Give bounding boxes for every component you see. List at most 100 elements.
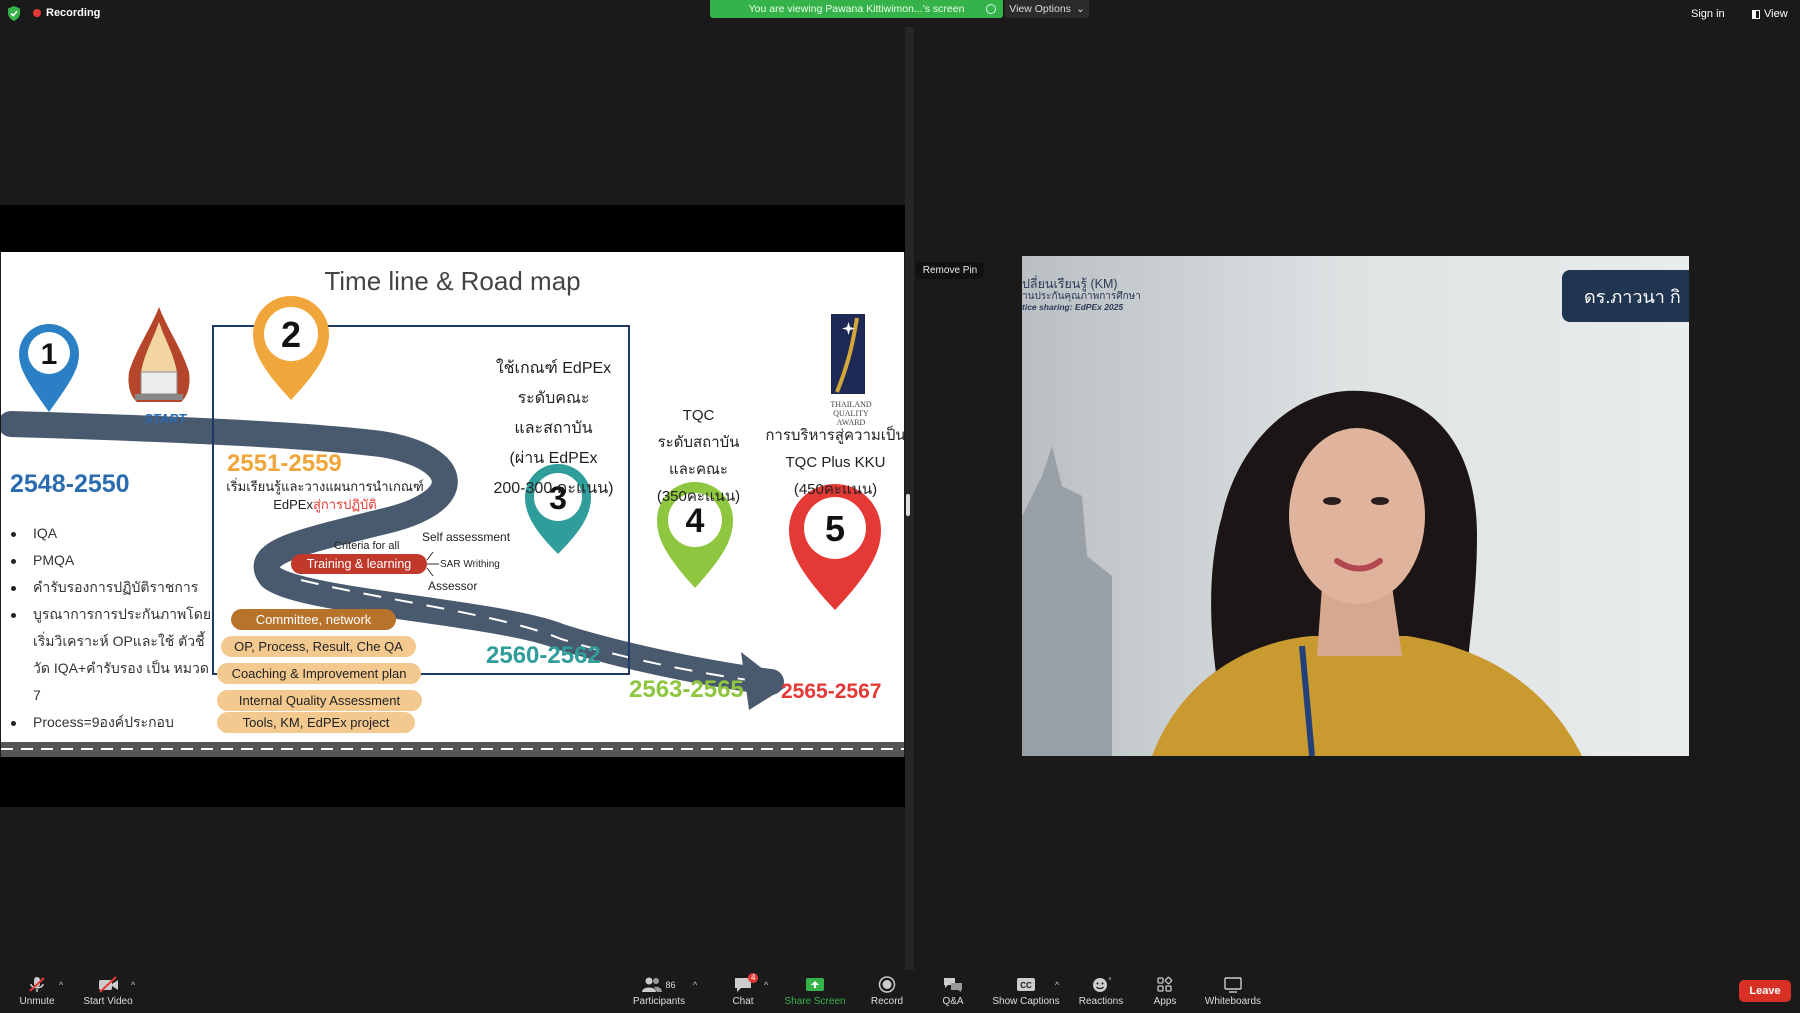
video-options-caret[interactable]: ^	[131, 980, 135, 990]
period4-line: และคณะ	[669, 461, 728, 478]
viewing-notice: You are viewing Pawana Kittiwimon...'s s…	[710, 0, 1003, 18]
recording-indicator[interactable]: Recording	[33, 7, 100, 19]
qa-label: Q&A	[942, 996, 964, 1007]
share-screen-button[interactable]: Share Screen	[783, 976, 847, 1007]
chat-label: Chat	[732, 996, 754, 1007]
pin-1-number: 1	[41, 338, 58, 371]
face	[1289, 428, 1425, 604]
slide-title: Time line & Road map	[324, 266, 581, 296]
km-banner-line3: tice sharing: EdPEx 2025	[1022, 302, 1124, 312]
period3-line: และสถาบัน	[514, 420, 593, 437]
view-button[interactable]: View	[1752, 8, 1788, 20]
bullet-item: บูรณาการการประกันภาพโดยเริ่มวิเคราะห์ OP…	[9, 601, 214, 709]
shield-icon	[8, 6, 20, 21]
qa-icon	[944, 978, 962, 992]
top-bar: Recording You are viewing Pawana Kittiwi…	[0, 0, 1800, 27]
period3-line: 200-300 คะแนน)	[493, 480, 614, 497]
bullet-item: Process=9องค์ประกอบ	[9, 709, 214, 736]
period2-description: เริ่มเรียนรู้และวางแผนการนำเกณฑ์ EdPExสู…	[225, 478, 425, 514]
period4-line: (350คะแนน)	[656, 488, 741, 505]
view-label: View	[1764, 8, 1788, 20]
chat-button[interactable]: 4 Chat	[728, 973, 759, 1007]
oval-coaching: Coaching & Improvement plan	[217, 663, 421, 684]
apps-button[interactable]: Apps	[1150, 976, 1180, 1007]
pin-2-number: 2	[281, 314, 301, 355]
svg-text:+: +	[1108, 976, 1111, 983]
bullet-item: PMQA	[9, 547, 214, 574]
pin-5-number: 5	[825, 508, 845, 549]
show-captions-button[interactable]: CC Show Captions	[991, 976, 1061, 1007]
period5-line: TQC Plus KKU	[785, 454, 886, 471]
participants-icon	[642, 977, 663, 992]
arrow-assessor	[426, 567, 434, 577]
resize-handle[interactable]	[906, 494, 910, 516]
oval-committee: Committee, network	[231, 609, 396, 630]
unmute-label: Unmute	[19, 996, 55, 1007]
captions-options-caret[interactable]: ^	[1055, 980, 1059, 990]
chevron-down-icon: ⌄	[1075, 3, 1085, 15]
period3-description: ใช้เกณฑ์ EdPEx ระดับคณะ และสถาบัน (ผ่าน …	[466, 354, 641, 504]
whiteboards-button[interactable]: Whiteboards	[1201, 976, 1265, 1007]
participants-icon-group: 86	[630, 976, 688, 993]
period5-line: (450คะแนน)	[793, 481, 878, 498]
share-screen-icon	[806, 978, 824, 991]
start-video-button[interactable]: Start Video	[82, 976, 134, 1007]
slide-letterbox-bottom	[0, 757, 905, 807]
tqa-line: THAILAND	[830, 400, 872, 409]
remove-pin-button[interactable]: Remove Pin	[916, 262, 984, 279]
reactions-label: Reactions	[1078, 996, 1124, 1007]
video-scene	[1022, 256, 1689, 756]
unmute-button[interactable]: Unmute	[18, 976, 56, 1007]
whiteboard-icon	[1224, 977, 1242, 993]
captions-icon: CC	[1017, 978, 1035, 991]
participants-count: 86	[665, 979, 676, 990]
quality-award-logo	[831, 314, 865, 394]
sar-label: SAR Writhing	[440, 559, 500, 570]
slide-letterbox-top	[0, 205, 905, 252]
oval-internal-qa: Internal Quality Assessment	[217, 690, 422, 711]
microphone-muted-icon	[29, 977, 45, 992]
tqa-line: QUALITY	[833, 409, 869, 418]
quality-award-text: THAILAND QUALITY AWARD	[821, 400, 881, 427]
sign-in-link[interactable]: Sign in	[1691, 8, 1725, 20]
video-off-icon	[99, 976, 118, 993]
participants-button[interactable]: 86 Participants	[630, 976, 688, 1007]
oval-op-process: OP, Process, Result, Che QA	[221, 636, 416, 657]
period4-years: 2563-2565	[629, 676, 744, 703]
view-options-button[interactable]: View Options ⌄	[1005, 0, 1089, 18]
record-icon	[878, 976, 896, 993]
meeting-toolbar: Unmute ^ Start Video ^ 86 Participants ^…	[0, 970, 1800, 1013]
self-assessment-label: Self assessment	[422, 530, 511, 544]
period5-years: 2565-2567	[781, 680, 882, 703]
leave-button[interactable]: Leave	[1739, 980, 1791, 1002]
qa-button[interactable]: Q&A	[938, 976, 968, 1007]
screen-status-icon	[986, 4, 996, 14]
view-layout-icon	[1752, 9, 1760, 19]
record-label: Record	[870, 996, 904, 1007]
period4-description: TQC ระดับสถาบัน และคณะ (350คะแนน)	[641, 402, 756, 510]
viewing-notice-text: You are viewing Pawana Kittiwimon...'s s…	[748, 3, 965, 15]
participant-video: ปลี่ยนเรียนรู้ (KM) านประกันคุณภาพการศึก…	[1022, 256, 1689, 756]
training-badge: Training & learning	[291, 554, 427, 574]
period1-bullet-list: IQA PMQA คำรับรองการปฏิบัติราชการ บูรณาก…	[9, 520, 214, 736]
record-button[interactable]: Record	[864, 976, 910, 1007]
period1-years: 2548-2550	[10, 470, 130, 498]
period2-description-b: สู่การปฏิบัติ	[312, 497, 377, 512]
apps-label: Apps	[1153, 996, 1177, 1007]
share-screen-label: Share Screen	[784, 996, 846, 1007]
chat-options-caret[interactable]: ^	[764, 980, 768, 990]
reactions-button[interactable]: + Reactions	[1077, 976, 1125, 1007]
presentation-slide: 1 2 3 4 5 Time line & Road map START 254…	[1, 252, 904, 757]
name-badge: ดร.ภาวนา กิ	[1562, 270, 1689, 322]
participants-options-caret[interactable]: ^	[693, 980, 697, 990]
assessor-label: Assessor	[428, 579, 478, 593]
participants-label: Participants	[632, 996, 686, 1007]
audio-options-caret[interactable]: ^	[59, 980, 63, 990]
start-video-label: Start Video	[83, 996, 133, 1007]
period2-years: 2551-2559	[227, 450, 342, 477]
period4-line: ระดับสถาบัน	[657, 434, 740, 451]
criteria-label: Criteria for all	[334, 540, 400, 552]
show-captions-label: Show Captions	[992, 996, 1060, 1007]
bullet-item: IQA	[9, 520, 214, 547]
svg-text:CC: CC	[1020, 981, 1032, 990]
